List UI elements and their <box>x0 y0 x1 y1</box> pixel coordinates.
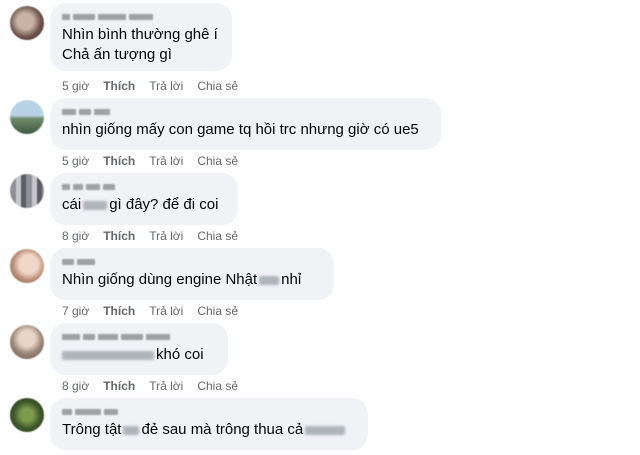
comment-actions: 8 giờ Thích Trả lời Chia sẻ <box>62 229 238 243</box>
comment-text: Nhìn bình thường ghê í <box>62 26 218 43</box>
like-button[interactable]: Thích <box>103 229 135 243</box>
avatar[interactable] <box>10 6 44 40</box>
share-button[interactable]: Chia sẻ <box>197 79 238 93</box>
comment-actions: 8 giờ Thích Trả lời Chia sẻ <box>62 379 238 393</box>
timestamp[interactable]: 5 giờ <box>62 154 89 168</box>
timestamp[interactable]: 8 giờ <box>62 379 89 393</box>
like-button[interactable]: Thích <box>103 304 135 318</box>
share-button[interactable]: Chia sẻ <box>197 304 238 318</box>
reply-button[interactable]: Trả lời <box>149 379 183 393</box>
author-name[interactable] <box>62 256 322 268</box>
redacted-text <box>259 275 280 285</box>
avatar[interactable] <box>10 398 44 432</box>
like-button[interactable]: Thích <box>103 379 135 393</box>
comment-bubble: Nhìn bình thường ghê í Chả ấn tượng gì <box>50 3 232 71</box>
comment-text: Nhìn giống dùng engine Nhật nhỉ <box>62 270 322 290</box>
reply-button[interactable]: Trả lời <box>149 304 183 318</box>
author-name[interactable] <box>62 11 220 23</box>
text-segment: Nhìn giống dùng engine Nhật <box>62 271 258 288</box>
text-segment: nhỉ <box>281 271 302 288</box>
like-button[interactable]: Thích <box>103 154 135 168</box>
share-button[interactable]: Chia sẻ <box>197 229 238 243</box>
text-segment: Trông tật <box>62 421 122 438</box>
comment-bubble: Nhìn giống dùng engine Nhật nhỉ <box>50 248 334 300</box>
comment-bubble: khó coi <box>50 323 228 375</box>
author-name[interactable] <box>62 106 429 118</box>
reply-button[interactable]: Trả lời <box>149 154 183 168</box>
reply-button[interactable]: Trả lời <box>149 229 183 243</box>
comment-bubble: cái gì đây? để đi coi <box>50 173 238 225</box>
timestamp[interactable]: 8 giờ <box>62 229 89 243</box>
redacted-text <box>83 200 108 210</box>
avatar[interactable] <box>10 325 44 359</box>
comment-text: nhìn giống mấy con game tq hồi trc nhưng… <box>62 121 419 138</box>
avatar[interactable] <box>10 249 44 283</box>
comment-text: Trông tật đẻ sau mà trông thua cả <box>62 420 356 440</box>
text-segment: cái <box>62 196 82 213</box>
author-name[interactable] <box>62 181 226 193</box>
share-button[interactable]: Chia sẻ <box>197 379 238 393</box>
comment-bubble: nhìn giống mấy con game tq hồi trc nhưng… <box>50 98 441 150</box>
redacted-text <box>62 350 154 360</box>
text-segment: đẻ sau mà trông thua cả <box>141 421 304 438</box>
share-button[interactable]: Chia sẻ <box>197 154 238 168</box>
text-segment: gì đây? để đi coi <box>109 196 219 213</box>
comment-actions: 5 giờ Thích Trả lời Chia sẻ <box>62 154 238 168</box>
redacted-text <box>123 425 140 435</box>
reply-button[interactable]: Trả lời <box>149 79 183 93</box>
comment-text: cái gì đây? để đi coi <box>62 195 226 215</box>
comment-actions: 7 giờ Thích Trả lời Chia sẻ <box>62 304 238 318</box>
text-segment: khó coi <box>156 346 204 363</box>
avatar[interactable] <box>10 100 44 134</box>
redacted-text <box>305 425 346 435</box>
author-name[interactable] <box>62 406 356 418</box>
timestamp[interactable]: 5 giờ <box>62 79 89 93</box>
like-button[interactable]: Thích <box>103 79 135 93</box>
author-name[interactable] <box>62 331 216 343</box>
comment-bubble: Trông tật đẻ sau mà trông thua cả <box>50 398 368 450</box>
comment-text: khó coi <box>62 345 216 365</box>
comment-text: Chả ấn tượng gì <box>62 46 172 63</box>
comment-actions: 5 giờ Thích Trả lời Chia sẻ <box>62 79 238 93</box>
timestamp[interactable]: 7 giờ <box>62 304 89 318</box>
avatar[interactable] <box>10 174 44 208</box>
